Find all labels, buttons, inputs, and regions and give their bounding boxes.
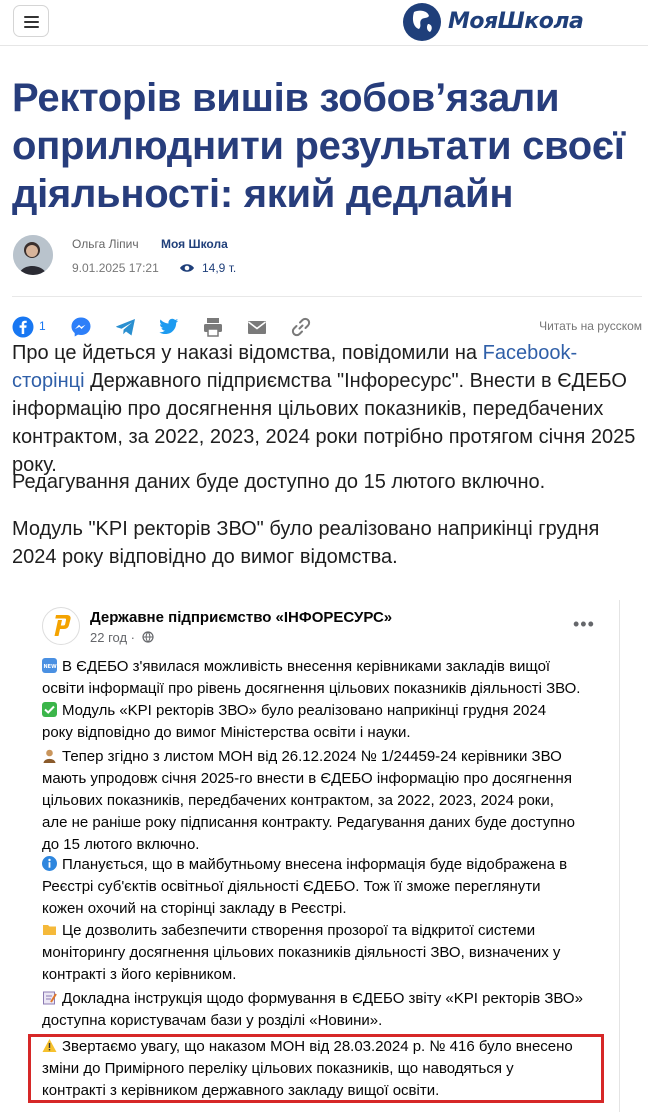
memo-icon — [42, 990, 57, 1005]
post-item: Докладна інструкція щодо формування в ЄД… — [42, 988, 602, 1032]
info-icon — [42, 856, 57, 871]
telegram-share-icon[interactable] — [114, 316, 138, 338]
post-item-text: але не раніше року підписання контракту.… — [42, 814, 576, 831]
post-item-text: Це дозволить забезпечити створення прозо… — [62, 922, 536, 939]
article-paragraph: Модуль "KPI ректорів ЗВО" було реалізова… — [12, 518, 600, 568]
post-item-text: цільових показників, передбачених контра… — [42, 792, 554, 809]
site-logo[interactable]: МояШкола — [402, 2, 642, 42]
paragraph-text: Державного підприємства "Інфоресурс". Вн… — [12, 370, 636, 476]
site-header: МояШкола — [0, 0, 648, 46]
folder-icon — [42, 922, 57, 937]
post-item-text: Тепер згідно з листом МОН від 26.12.2024… — [62, 748, 562, 765]
post-item-text: Модуль «KPI ректорів ЗВО» було реалізова… — [62, 702, 547, 719]
post-item: Планується, що в майбутньому внесена інф… — [42, 854, 602, 920]
post-item: Це дозволить забезпечити створення прозо… — [42, 920, 602, 986]
public-globe-icon — [142, 631, 154, 643]
article-paragraph: Про це йдеться у наказі відомства, повід… — [12, 339, 642, 479]
author-photo-icon — [13, 235, 53, 275]
post-item-text: кожен охочий на сторінці закладу в Реєст… — [42, 900, 347, 917]
read-in-russian-link[interactable]: Читать на русском — [539, 319, 642, 333]
messenger-share-icon[interactable] — [70, 316, 92, 338]
post-item: Модуль «KPI ректорів ЗВО» було реалізова… — [42, 700, 602, 744]
hamburger-menu-button[interactable] — [13, 5, 49, 37]
inforesurs-logo-icon — [54, 615, 71, 636]
meta-divider — [12, 296, 642, 297]
more-options-button[interactable]: ••• — [573, 614, 595, 635]
post-item-text: контракті з його керівником. — [42, 966, 237, 983]
logo-text: МояШкола — [448, 9, 584, 34]
post-item-text: Докладна інструкція щодо формування в ЄД… — [62, 990, 583, 1007]
title-line: Ректорів вишів зобов’язали — [12, 76, 560, 120]
page-name[interactable]: Державне підприємство «ІНФОРЕСУРС» — [90, 609, 392, 626]
post-item-text: В ЄДЕБО з'явилася можливість внесення ке… — [62, 658, 551, 675]
post-item-text: моніторингу досягнення цільових показник… — [42, 944, 561, 961]
svg-text:NEW: NEW — [44, 664, 58, 670]
post-item-text: року відповідно до вимог Міністерства ос… — [42, 724, 411, 741]
facebook-share-count: 1 — [39, 319, 46, 333]
post-item-text: мають упродовж січня 2025-го внести в ЄД… — [42, 770, 572, 787]
twitter-share-icon[interactable] — [158, 316, 180, 338]
views-count: 14,9 т. — [202, 261, 237, 275]
check-icon — [42, 702, 57, 717]
page-avatar[interactable] — [42, 607, 80, 645]
post-time[interactable]: 22 год · — [90, 630, 135, 645]
menu-bar — [24, 26, 39, 28]
paragraph-text: Про це йдеться у наказі відомства, повід… — [12, 342, 483, 364]
publish-date: 9.01.2025 17:21 — [72, 261, 159, 275]
email-share-icon[interactable] — [246, 316, 268, 338]
author-avatar[interactable] — [13, 235, 53, 275]
source-name[interactable]: Моя Школа — [161, 237, 228, 251]
post-item: NEW В ЄДЕБО з'явилася можливість внесення… — [42, 656, 602, 700]
highlight-box — [28, 1034, 604, 1103]
author-name[interactable]: Ольга Ліпич — [72, 237, 139, 251]
article-paragraph: Редагування даних буде доступно до 15 лю… — [12, 471, 546, 493]
menu-bar — [24, 21, 39, 23]
title-line: оприлюднити результати своєї — [12, 124, 625, 168]
post-item-text: до 15 лютого включно. — [42, 836, 200, 853]
person-icon — [42, 748, 57, 763]
facebook-share-icon[interactable] — [12, 316, 34, 338]
post-item-text: освіти інформації про рівень досягнення … — [42, 680, 581, 697]
copy-link-icon[interactable] — [290, 316, 312, 338]
menu-bar — [24, 16, 39, 18]
new-icon: NEW — [42, 658, 57, 673]
globe-logo-icon — [403, 3, 441, 41]
post-item-text: Реєстрі суб'єктів освітньої діяльності Є… — [42, 878, 541, 895]
title-line: діяльності: який дедлайн — [12, 172, 514, 216]
post-item-text: Планується, що в майбутньому внесена інф… — [62, 856, 568, 873]
article-title: Ректорів вишів зобов’язали оприлюднити р… — [12, 74, 632, 218]
print-icon[interactable] — [202, 316, 224, 338]
eye-icon — [180, 264, 194, 272]
post-item: Тепер згідно з листом МОН від 26.12.2024… — [42, 746, 602, 856]
post-item-text: доступна користувачам бази у розділі «Но… — [42, 1012, 383, 1029]
